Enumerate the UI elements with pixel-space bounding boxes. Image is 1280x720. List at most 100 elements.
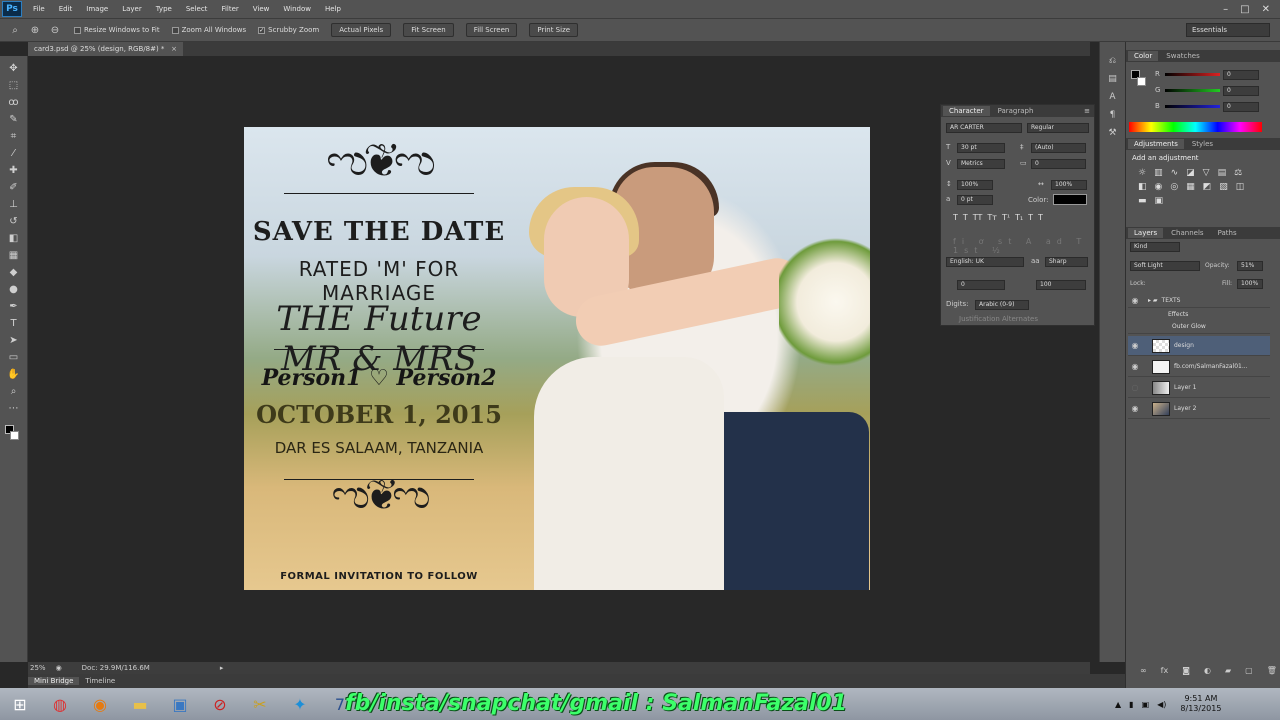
actual-pixels-button[interactable]: Actual Pixels (331, 23, 392, 37)
hue-saturation-icon[interactable]: ▤ (1218, 168, 1227, 178)
all-caps-button[interactable]: TT (973, 213, 983, 222)
invert-icon[interactable]: ◩ (1203, 182, 1212, 192)
resize-windows-checkbox[interactable]: Resize Windows to Fit (74, 26, 160, 34)
windows-start-icon[interactable]: ⊞ (0, 689, 40, 719)
brightness-contrast-icon[interactable]: ☼ (1138, 168, 1146, 178)
lasso-tool-icon[interactable]: ꝏ (5, 94, 23, 110)
menu-window[interactable]: Window (276, 5, 318, 13)
layer-row[interactable]: ◉ fb.com/SalmanFazal01... (1128, 357, 1270, 377)
fill-field[interactable]: 100% (1237, 279, 1263, 289)
leading-field[interactable]: (Auto) (1031, 143, 1086, 153)
fill-screen-button[interactable]: Fill Screen (465, 23, 518, 37)
small-caps-button[interactable]: Tт (987, 213, 997, 222)
photo-filter-icon[interactable]: ◉ (1155, 182, 1163, 192)
status-menu-arrow-icon[interactable]: ▸ (220, 664, 224, 672)
type-tool-icon[interactable]: T (5, 315, 23, 331)
skype-icon[interactable]: ✦ (280, 689, 320, 719)
visibility-eye-icon[interactable]: ◉ (1128, 362, 1142, 371)
tab-color[interactable]: Color (1128, 51, 1159, 61)
gradient-tool-icon[interactable]: ▦ (5, 247, 23, 263)
photoshop-taskbar-icon[interactable]: ▣ (160, 689, 200, 719)
baseline-shift-field[interactable]: 0 pt (957, 195, 993, 205)
artwork-image[interactable]: ಌ❦ಌ SAVE THE DATE RATED 'M' FOR MARRIAGE… (244, 127, 870, 590)
layer-row[interactable]: ◉ ▸ ▰ TEXTS (1128, 294, 1270, 308)
color-panel-background-swatch[interactable] (1137, 77, 1146, 86)
path-select-tool-icon[interactable]: ➤ (5, 332, 23, 348)
underline-button[interactable]: T (1028, 213, 1033, 222)
volume-icon[interactable]: ◀) (1157, 700, 1166, 709)
curves-icon[interactable]: ∿ (1171, 168, 1179, 178)
delete-layer-icon[interactable]: 🗑 (1267, 666, 1277, 675)
status-info-icon[interactable]: ◉ (56, 664, 62, 672)
menu-help[interactable]: Help (318, 5, 348, 13)
tsume-field[interactable]: 0 (957, 280, 1005, 290)
layer-row-selected[interactable]: ◉ design (1128, 336, 1270, 356)
kerning-field[interactable]: Metrics (957, 159, 1005, 169)
font-style-select[interactable]: Regular (1027, 123, 1089, 133)
menu-file[interactable]: File (26, 5, 52, 13)
visibility-eye-icon[interactable]: ◉ (1128, 404, 1142, 413)
minimize-button[interactable]: – (1223, 4, 1228, 15)
workspace-select[interactable]: Essentials (1186, 23, 1270, 37)
digits-select[interactable]: Arabic (0-9) (975, 300, 1029, 310)
layer-style-icon[interactable]: fx (1161, 666, 1169, 675)
color-spectrum-bar[interactable] (1129, 122, 1262, 132)
move-tool-icon[interactable]: ✥ (5, 60, 23, 76)
tab-timeline[interactable]: Timeline (79, 677, 121, 685)
paragraph-panel-icon[interactable]: ¶ (1105, 108, 1121, 122)
justification-alternates-option[interactable]: Justification Alternates (959, 315, 1038, 323)
crop-tool-icon[interactable]: ⌗ (5, 128, 23, 144)
firefox-icon[interactable]: ◉ (80, 689, 120, 719)
history-brush-tool-icon[interactable]: ↺ (5, 213, 23, 229)
visibility-eye-icon[interactable]: ○ (1128, 383, 1142, 392)
history-panel-icon[interactable]: ⎌ (1105, 54, 1121, 68)
file-explorer-icon[interactable]: ▬ (120, 689, 160, 719)
levels-icon[interactable]: ▥ (1154, 168, 1163, 178)
print-size-button[interactable]: Print Size (529, 23, 579, 37)
strikethrough-button[interactable]: T (1038, 213, 1043, 222)
menu-select[interactable]: Select (179, 5, 215, 13)
zoom-level[interactable]: 25% (30, 664, 46, 672)
blur-tool-icon[interactable]: ◆ (5, 264, 23, 280)
threshold-icon[interactable]: ◫ (1236, 182, 1245, 192)
opacity-field[interactable]: 51% (1237, 261, 1263, 271)
faux-bold-button[interactable]: T (953, 213, 958, 222)
adjustment-layer-icon[interactable]: ◐ (1204, 666, 1211, 675)
faux-italic-button[interactable]: T (963, 213, 968, 222)
tools-icon[interactable]: ✂ (240, 689, 280, 719)
maximize-button[interactable]: □ (1240, 4, 1249, 15)
subscript-button[interactable]: T₁ (1015, 213, 1023, 222)
tray-arrow-icon[interactable]: ▲ (1115, 700, 1121, 709)
layer-effect-row[interactable]: Outer Glow (1128, 320, 1270, 334)
visibility-eye-icon[interactable]: ◉ (1128, 296, 1142, 305)
blue-value-field[interactable]: 0 (1223, 102, 1259, 112)
tab-swatches[interactable]: Swatches (1160, 51, 1205, 61)
vertical-scale-field[interactable]: 100% (957, 180, 993, 190)
layer-row[interactable]: ○ Layer 1 (1128, 378, 1270, 398)
blend-mode-select[interactable]: Soft Light (1130, 261, 1200, 271)
tool-presets-icon[interactable]: ⚒ (1105, 126, 1121, 140)
text-color-swatch[interactable] (1053, 194, 1087, 205)
tab-layers[interactable]: Layers (1128, 228, 1164, 238)
language-select[interactable]: English: UK (946, 257, 1024, 267)
layer-row[interactable]: ◉ Layer 2 (1128, 399, 1270, 419)
eyedropper-tool-icon[interactable]: ⁄ (5, 145, 23, 161)
fit-screen-button[interactable]: Fit Screen (403, 23, 454, 37)
menu-edit[interactable]: Edit (52, 5, 80, 13)
background-color-swatch[interactable] (10, 431, 19, 440)
tab-paths[interactable]: Paths (1212, 228, 1243, 238)
scrubby-zoom-checkbox[interactable]: ✓ Scrubby Zoom (258, 26, 319, 34)
mojikumi-field[interactable]: 100 (1036, 280, 1086, 290)
close-window-button[interactable]: ✕ (1262, 4, 1270, 15)
exposure-icon[interactable]: ◪ (1186, 168, 1195, 178)
layer-effects-row[interactable]: Effects (1128, 308, 1270, 320)
chrome-icon[interactable]: ◍ (40, 689, 80, 719)
zoom-tool-icon[interactable]: ⌕ (8, 23, 22, 37)
new-layer-icon[interactable]: ▢ (1245, 666, 1253, 675)
document-tab[interactable]: card3.psd @ 25% (design, RGB/8#) * × (28, 42, 183, 56)
edit-toolbar-icon[interactable]: ⋯ (5, 400, 23, 416)
channel-mixer-icon[interactable]: ◎ (1170, 182, 1178, 192)
color-lookup-icon[interactable]: ▦ (1186, 182, 1195, 192)
green-value-field[interactable]: 0 (1223, 86, 1259, 96)
character-panel-icon[interactable]: A (1105, 90, 1121, 104)
